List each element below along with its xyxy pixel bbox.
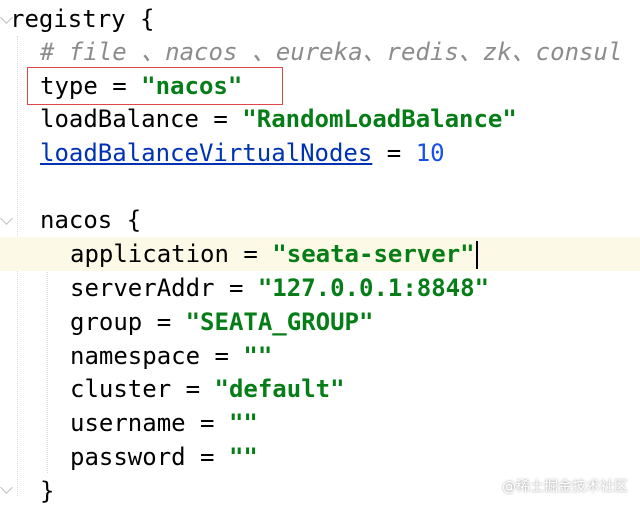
code-text: registry { xyxy=(10,5,155,33)
code-line[interactable]: nacos { xyxy=(0,203,640,237)
highlight-annotation-box xyxy=(27,67,283,105)
application-value: "seata-server" xyxy=(272,240,475,268)
code-line[interactable]: password = "" xyxy=(0,440,640,474)
vnodes-eq: = xyxy=(372,139,416,167)
cluster-key: cluster = xyxy=(70,375,215,403)
code-editor[interactable]: registry { # file 、nacos 、eureka、redis、z… xyxy=(0,0,640,508)
username-key: username = xyxy=(70,409,229,437)
vnodes-key-link[interactable]: loadBalanceVirtualNodes xyxy=(40,139,372,167)
vnodes-value: 10 xyxy=(415,139,445,167)
nacos-open: nacos { xyxy=(40,206,142,234)
password-key: password = xyxy=(70,443,229,471)
serveraddr-key: serverAddr = xyxy=(70,274,258,302)
group-value: "SEATA_GROUP" xyxy=(185,308,374,336)
username-value: "" xyxy=(228,409,258,437)
nacos-close: } xyxy=(40,477,55,505)
code-line[interactable]: serverAddr = "127.0.0.1:8848" xyxy=(0,271,640,305)
group-key: group = xyxy=(70,308,186,336)
serveraddr-value: "127.0.0.1:8848" xyxy=(257,274,490,302)
namespace-key: namespace = xyxy=(70,342,244,370)
namespace-value: "" xyxy=(243,342,273,370)
application-key: application = xyxy=(70,240,273,268)
cluster-value: "default" xyxy=(214,375,345,403)
text-caret xyxy=(475,241,478,269)
code-line[interactable]: loadBalanceVirtualNodes = 10 xyxy=(0,136,640,170)
password-value: "" xyxy=(228,443,258,471)
code-line[interactable]: loadBalance = "RandomLoadBalance" xyxy=(0,102,640,136)
loadbalance-key: loadBalance = xyxy=(40,105,243,133)
loadbalance-value: "RandomLoadBalance" xyxy=(242,105,517,133)
code-line[interactable]: namespace = "" xyxy=(0,339,640,373)
code-line[interactable]: # file 、nacos 、eureka、redis、zk、consul xyxy=(0,35,640,69)
code-line-current[interactable]: application = "seata-server" xyxy=(0,237,640,271)
code-line[interactable]: group = "SEATA_GROUP" xyxy=(0,305,640,339)
watermark-text: @稀土掘金技术社区 xyxy=(502,479,628,495)
code-line[interactable]: cluster = "default" xyxy=(0,372,640,406)
code-line[interactable]: username = "" xyxy=(0,406,640,440)
code-line[interactable]: registry { xyxy=(0,2,640,36)
comment-text: # file 、nacos 、eureka、redis、zk、consul xyxy=(40,38,623,66)
